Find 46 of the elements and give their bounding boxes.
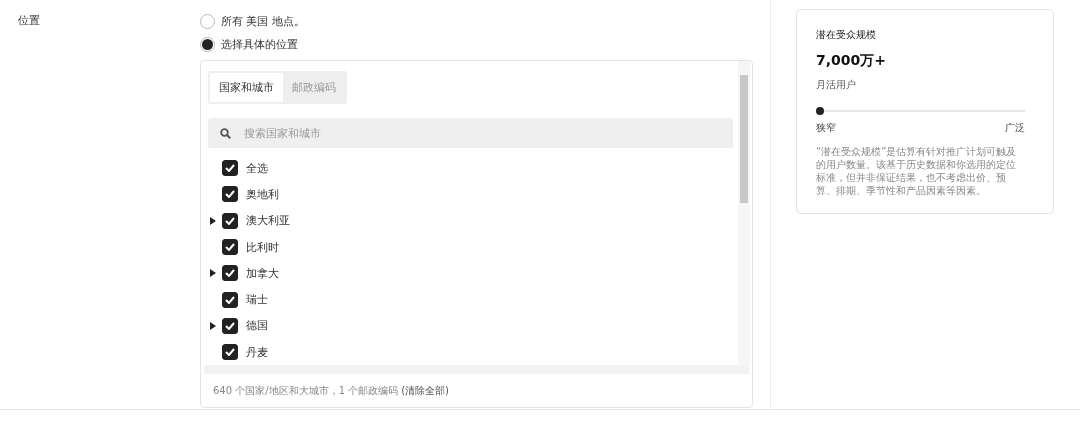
- radio-label: 选择具体的位置: [221, 37, 298, 52]
- search-field[interactable]: 搜索国家和城市: [208, 118, 733, 148]
- min-label: 狭窄: [816, 121, 836, 135]
- checkbox[interactable]: [222, 344, 238, 361]
- checkbox[interactable]: [222, 291, 238, 308]
- checkbox[interactable]: [222, 212, 238, 229]
- expand-arrow-icon[interactable]: [210, 269, 216, 278]
- audience-size: 7,000万+: [816, 52, 887, 70]
- clear-all-link[interactable]: (清除全部): [401, 383, 449, 398]
- card-title: 潜在受众规模: [816, 28, 877, 42]
- checkbox[interactable]: [222, 265, 238, 282]
- check-icon: [225, 321, 235, 330]
- expand-arrow-icon[interactable]: [210, 216, 216, 225]
- check-icon: [225, 164, 235, 173]
- max-label: 广泛: [1005, 121, 1025, 135]
- radio-button[interactable]: [200, 37, 215, 52]
- checkbox[interactable]: [222, 160, 238, 177]
- country-label: 瑞士: [246, 292, 268, 308]
- field-label: 位置: [18, 14, 40, 27]
- country-label: 德国: [246, 318, 268, 334]
- check-icon: [225, 216, 235, 225]
- checkbox[interactable]: [222, 186, 238, 203]
- checkbox[interactable]: [222, 317, 238, 334]
- country-label: 奥地利: [246, 186, 279, 202]
- selection-summary: 640 个国家/地区和大城市，1 个邮政编码: [213, 383, 399, 398]
- check-icon: [225, 295, 235, 304]
- country-label: 丹麦: [246, 344, 268, 360]
- radio-label: 所有 美国 地点。: [221, 14, 305, 29]
- check-icon: [225, 243, 235, 252]
- country-label: 加拿大: [246, 265, 279, 281]
- check-icon: [225, 190, 235, 199]
- audience-unit: 月活用户: [816, 78, 857, 92]
- country-label: 全选: [246, 160, 268, 176]
- check-icon: [225, 269, 235, 278]
- slider[interactable]: [816, 107, 1025, 115]
- expand-arrow-icon[interactable]: [210, 321, 216, 330]
- disclaimer-text: “潜在受众规模”是估算有针对推广计划可触及的用户数量。该基于历史数据和你选用的定位标准，但并非保证结果，也不考虑出价、预算、排期、季节性和产品因素等因素。: [816, 145, 1018, 197]
- check-icon: [225, 348, 235, 357]
- tab[interactable]: 国家和城市: [210, 73, 283, 102]
- radio-button[interactable]: [200, 14, 215, 29]
- vertical-scrollbar[interactable]: [738, 61, 750, 366]
- country-label: 澳大利亚: [246, 213, 290, 229]
- search-icon: [220, 128, 231, 139]
- checkbox[interactable]: [222, 239, 238, 256]
- slider-thumb[interactable]: [816, 107, 824, 115]
- country-label: 比利时: [246, 239, 279, 255]
